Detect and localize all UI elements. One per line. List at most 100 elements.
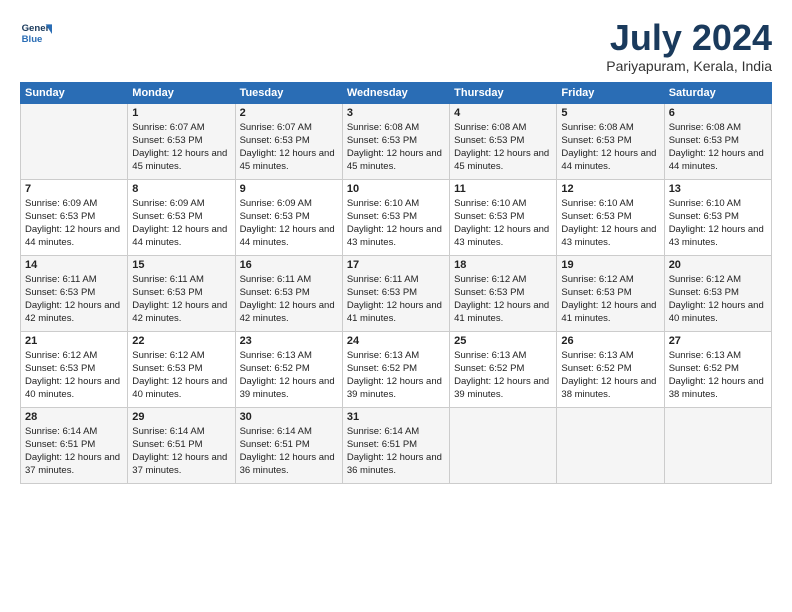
header-day: Friday — [557, 82, 664, 103]
sunset-text: Sunset: 6:53 PM — [25, 211, 95, 222]
sunrise-text: Sunrise: 6:14 AM — [25, 426, 97, 437]
cell-content: Sunrise: 6:10 AMSunset: 6:53 PMDaylight:… — [561, 197, 659, 250]
sunrise-text: Sunrise: 6:08 AM — [561, 122, 633, 133]
daylight-text: Daylight: 12 hours and 44 minutes. — [240, 224, 335, 248]
day-number: 18 — [454, 259, 552, 271]
calendar-cell: 4 Sunrise: 6:08 AMSunset: 6:53 PMDaylight… — [450, 103, 557, 179]
calendar-cell: 20Sunrise: 6:12 AMSunset: 6:53 PMDayligh… — [664, 255, 771, 331]
calendar-cell: 15 Sunrise: 6:11 AMSunset: 6:53 PMDayligh… — [128, 255, 235, 331]
day-number: 11 — [454, 183, 552, 195]
sunset-text: Sunset: 6:52 PM — [454, 363, 524, 374]
header-day: Sunday — [21, 82, 128, 103]
day-number: 5 — [561, 107, 659, 119]
daylight-text: Daylight: 12 hours and 37 minutes. — [25, 452, 120, 476]
calendar-cell: 30Sunrise: 6:14 AMSunset: 6:51 PMDayligh… — [235, 407, 342, 483]
daylight-text: Daylight: 12 hours and 36 minutes. — [347, 452, 442, 476]
cell-content: Sunrise: 6:11 AM Sunset: 6:53 PM Daylight:… — [240, 273, 338, 326]
cell-content: Sunrise: 6:12 AMSunset: 6:53 PMDaylight:… — [132, 349, 230, 402]
sunset-text: Sunset: 6:53 PM — [669, 135, 739, 146]
sunset-text: Sunset: 6:53 PM — [132, 135, 202, 146]
sunrise-text: Sunrise: 6:13 AM — [347, 350, 419, 361]
sunset-text: Sunset: 6:53 PM — [132, 287, 202, 298]
calendar-cell: 28Sunrise: 6:14 AMSunset: 6:51 PMDayligh… — [21, 407, 128, 483]
cell-content: Sunrise: 6:13 AMSunset: 6:52 PMDaylight:… — [347, 349, 445, 402]
daylight-text: Daylight: 12 hours and 41 minutes. — [454, 300, 549, 324]
daylight-text: Daylight: 12 hours and 43 minutes. — [561, 224, 656, 248]
calendar-cell: 21Sunrise: 6:12 AMSunset: 6:53 PMDayligh… — [21, 331, 128, 407]
day-number: 15 — [132, 259, 230, 271]
sunset-text: Sunset: 6:53 PM — [347, 287, 417, 298]
sunset-text: Sunset: 6:53 PM — [240, 211, 310, 222]
cell-content: Sunrise: 6:08 AMSunset: 6:53 PMDaylight:… — [454, 121, 552, 174]
sunrise-text: Sunrise: 6:10 AM — [347, 198, 419, 209]
sunset-text: Sunset: 6:52 PM — [669, 363, 739, 374]
calendar-week-row: 28Sunrise: 6:14 AMSunset: 6:51 PMDayligh… — [21, 407, 772, 483]
daylight-text: Daylight: 12 hours and 41 minutes. — [561, 300, 656, 324]
calendar-cell: 14Sunrise: 6:11 AMSunset: 6:53 PMDayligh… — [21, 255, 128, 331]
location-subtitle: Pariyapuram, Kerala, India — [606, 58, 772, 74]
header-row: SundayMondayTuesdayWednesdayThursdayFrid… — [21, 82, 772, 103]
sunrise-text: Sunrise: 6:11 AM — [347, 274, 419, 285]
cell-content: Sunrise: 6:13 AMSunset: 6:52 PMDaylight:… — [454, 349, 552, 402]
daylight-text: Daylight: 12 hours and 38 minutes. — [669, 376, 764, 400]
daylight-text: Daylight: 12 hours and 36 minutes. — [240, 452, 335, 476]
day-number: 25 — [454, 335, 552, 347]
day-number: 16 — [240, 259, 338, 271]
sunset-text: Sunset: 6:53 PM — [240, 287, 310, 298]
sunset-text: Sunset: 6:53 PM — [561, 211, 631, 222]
day-number: 24 — [347, 335, 445, 347]
daylight-text: Daylight: 12 hours and 44 minutes. — [669, 148, 764, 172]
day-number: 17 — [347, 259, 445, 271]
day-number: 9 — [240, 183, 338, 195]
day-number: 30 — [240, 411, 338, 423]
cell-content: Sunrise: 6:09 AMSunset: 6:53 PMDaylight:… — [132, 197, 230, 250]
day-number: 7 — [25, 183, 123, 195]
logo: General Blue General Blue — [20, 18, 54, 50]
calendar-cell: 11Sunrise: 6:10 AMSunset: 6:53 PMDayligh… — [450, 179, 557, 255]
sunrise-text: Sunrise: 6:10 AM — [669, 198, 741, 209]
day-number: 4 — [454, 107, 552, 119]
sunset-text: Sunset: 6:53 PM — [454, 211, 524, 222]
svg-text:Blue: Blue — [22, 34, 43, 45]
daylight-text: Daylight: 12 hours and 39 minutes. — [347, 376, 442, 400]
cell-content: Sunrise: 6:10 AMSunset: 6:53 PMDaylight:… — [454, 197, 552, 250]
calendar-cell: 12Sunrise: 6:10 AMSunset: 6:53 PMDayligh… — [557, 179, 664, 255]
sunset-text: Sunset: 6:53 PM — [132, 211, 202, 222]
cell-content: Sunrise: 6:11 AMSunset: 6:53 PMDaylight:… — [132, 273, 230, 326]
calendar-cell: 29Sunrise: 6:14 AMSunset: 6:51 PMDayligh… — [128, 407, 235, 483]
calendar-cell: 18Sunrise: 6:12 AMSunset: 6:53 PMDayligh… — [450, 255, 557, 331]
header-day: Monday — [128, 82, 235, 103]
calendar-cell: 24 Sunrise: 6:13 AMSunset: 6:52 PMDayligh… — [342, 331, 449, 407]
calendar-cell: 7Sunrise: 6:09 AMSunset: 6:53 PMDaylight… — [21, 179, 128, 255]
daylight-text: Daylight: 12 hours and 41 minutes. — [347, 300, 442, 324]
day-number: 31 — [347, 411, 445, 423]
calendar-week-row: 1Sunrise: 6:07 AMSunset: 6:53 PMDaylight… — [21, 103, 772, 179]
day-number: 27 — [669, 335, 767, 347]
daylight-text: Daylight: 12 hours and 42 minutes. — [240, 300, 335, 324]
calendar-week-row: 7 Sunrise: 6:09 AMSunset: 6:53 PMDaylight… — [21, 179, 772, 255]
daylight-text: Daylight: 12 hours and 44 minutes. — [25, 224, 120, 248]
calendar-cell: 26Sunrise: 6:13 AMSunset: 6:52 PMDayligh… — [557, 331, 664, 407]
calendar-cell: 13Sunrise: 6:10 AMSunset: 6:53 PMDayligh… — [664, 179, 771, 255]
header-day: Tuesday — [235, 82, 342, 103]
sunrise-text: Sunrise: 6:13 AM — [561, 350, 633, 361]
calendar-cell: 16 Sunrise: 6:11 AM Sunset: 6:53 PM Dayligh… — [235, 255, 342, 331]
logo-icon: General Blue — [20, 18, 52, 50]
sunrise-text: Sunrise: 6:11 AM — [240, 274, 312, 285]
header: General Blue General Blue July 2024 Pari… — [20, 18, 772, 74]
sunrise-text: Sunrise: 6:11 AM — [25, 274, 97, 285]
sunrise-text: Sunrise: 6:10 AM — [454, 198, 526, 209]
sunset-text: Sunset: 6:53 PM — [454, 287, 524, 298]
sunset-text: Sunset: 6:53 PM — [240, 135, 310, 146]
sunset-text: Sunset: 6:53 PM — [454, 135, 524, 146]
cell-content: Sunrise: 6:11 AM Sunset: 6:53 PM Daylight:… — [347, 273, 445, 326]
day-number: 2 — [240, 107, 338, 119]
day-number: 19 — [561, 259, 659, 271]
cell-content: Sunrise: 6:13 AMSunset: 6:52 PMDaylight:… — [240, 349, 338, 402]
daylight-text: Daylight: 12 hours and 45 minutes. — [454, 148, 549, 172]
cell-content: Sunrise: 6:13 AMSunset: 6:52 PMDaylight:… — [561, 349, 659, 402]
calendar-cell: 19Sunrise: 6:12 AMSunset: 6:53 PMDayligh… — [557, 255, 664, 331]
sunrise-text: Sunrise: 6:14 AM — [240, 426, 312, 437]
daylight-text: Daylight: 12 hours and 45 minutes. — [347, 148, 442, 172]
sunrise-text: Sunrise: 6:12 AM — [669, 274, 741, 285]
